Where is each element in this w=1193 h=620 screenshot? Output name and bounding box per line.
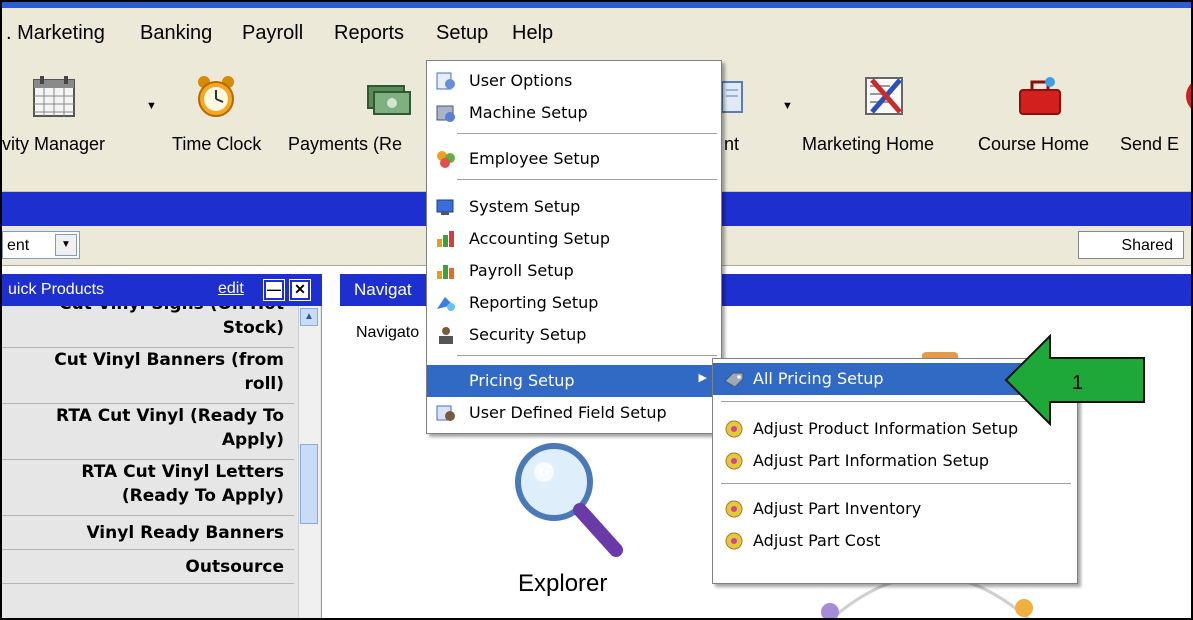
shared-field[interactable]: Shared <box>1078 231 1184 259</box>
menu-marketing[interactable]: . Marketing <box>2 22 109 45</box>
callout-number: 1 <box>1072 372 1084 394</box>
menu-item-system-setup[interactable]: System Setup <box>427 191 721 223</box>
adjust-gear-icon <box>725 500 743 518</box>
toolbox-icon[interactable] <box>1016 72 1064 120</box>
adjust-gear-icon <box>725 420 743 438</box>
machine-icon <box>436 105 455 122</box>
menu-item-security-setup[interactable]: Security Setup <box>427 319 721 351</box>
menu-item-machine-setup[interactable]: Machine Setup <box>427 97 721 129</box>
view-select-value: ent <box>7 237 30 254</box>
list-item[interactable]: RTA Cut Vinyl Letters (Ready To Apply) <box>2 460 294 516</box>
toolbar-course-home[interactable]: Course Home <box>978 134 1089 155</box>
menu-banking[interactable]: Banking <box>136 22 216 45</box>
accounting-icon <box>437 231 454 247</box>
menu-item-adjust-part-cost[interactable]: Adjust Part Cost <box>713 525 1077 557</box>
quick-products-title: uick Products <box>8 281 105 298</box>
system-icon <box>436 199 454 215</box>
menu-separator <box>721 483 1071 485</box>
list-item[interactable]: RTA Cut Vinyl (Ready To Apply) <box>2 404 294 460</box>
reporting-icon <box>437 297 455 311</box>
scrollbar[interactable]: ▲ <box>298 306 320 618</box>
view-select[interactable]: ent ▼ <box>2 231 80 259</box>
app-window: . Marketing Banking Payroll Reports Setu… <box>0 0 1193 620</box>
quick-products-list: Cut Vinyl Signs (On HotStock) Cut Vinyl … <box>2 306 294 618</box>
list-item[interactable]: Cut Vinyl Signs (On HotStock) <box>2 306 294 348</box>
toolbar-payments[interactable]: Payments (Re <box>288 134 402 155</box>
chevron-down-icon[interactable]: ▼ <box>55 234 77 256</box>
employees-icon <box>437 151 455 168</box>
toolbar-time-clock[interactable]: Time Clock <box>172 134 261 155</box>
magnifier-icon[interactable] <box>508 438 628 562</box>
payroll-icon <box>437 265 454 279</box>
toolbar-item-partial[interactable]: nt <box>724 134 739 155</box>
user-options-icon <box>436 72 455 90</box>
document-dropdown-icon[interactable]: ▼ <box>782 100 793 112</box>
activity-manager-dropdown-icon[interactable]: ▼ <box>146 100 157 112</box>
menu-help[interactable]: Help <box>508 22 557 45</box>
send-email-icon[interactable] <box>1180 72 1193 120</box>
alarm-clock-icon[interactable] <box>192 72 240 120</box>
menu-setup[interactable]: Setup <box>432 22 492 45</box>
marketing-home-icon[interactable] <box>860 72 908 120</box>
menu-item-adjust-part-information-setup[interactable]: Adjust Part Information Setup <box>713 445 1077 477</box>
pricing-tag-icon <box>724 372 744 388</box>
list-item[interactable]: Cut Vinyl Banners (from roll) <box>2 348 294 404</box>
menu-separator <box>457 133 717 135</box>
menu-separator <box>457 179 717 181</box>
explorer-label[interactable]: Explorer <box>518 570 607 598</box>
menu-payroll[interactable]: Payroll <box>238 22 307 45</box>
quick-products-panel: uick Products edit — ✕ Cut Vinyl Signs (… <box>2 274 322 618</box>
adjust-gear-icon <box>725 452 743 470</box>
document-icon[interactable] <box>718 72 766 120</box>
calendar-icon[interactable] <box>30 72 78 120</box>
menu-item-accounting-setup[interactable]: Accounting Setup <box>427 223 721 255</box>
edit-link[interactable]: edit <box>218 280 244 298</box>
menu-item-pricing-setup[interactable]: Pricing Setup ▶ <box>427 365 721 397</box>
menu-bar: . Marketing Banking Payroll Reports Setu… <box>2 8 1191 58</box>
quick-products-header: uick Products edit — ✕ <box>2 274 322 306</box>
toolbar-marketing-home[interactable]: Marketing Home <box>802 134 934 155</box>
setup-menu: User Options Machine Setup Employee Setu… <box>426 60 722 434</box>
navigator-title: Navigat <box>354 280 412 299</box>
menu-reports[interactable]: Reports <box>330 22 408 45</box>
menu-item-adjust-part-inventory[interactable]: Adjust Part Inventory <box>713 493 1077 525</box>
minimize-icon[interactable]: — <box>263 279 285 301</box>
payments-icon[interactable] <box>364 72 412 120</box>
user-defined-field-icon <box>436 405 455 421</box>
toolbar-activity-manager[interactable]: vity Manager <box>2 134 105 155</box>
navigator-label: Navigato <box>356 324 420 341</box>
menu-item-reporting-setup[interactable]: Reporting Setup <box>427 287 721 319</box>
list-item[interactable]: Outsource <box>2 550 294 584</box>
submenu-arrow-icon: ▶ <box>698 371 707 384</box>
security-icon <box>439 327 453 344</box>
menu-separator <box>457 355 717 357</box>
scroll-up-icon[interactable]: ▲ <box>300 308 318 326</box>
scroll-thumb[interactable] <box>300 444 318 524</box>
menu-item-user-defined-field-setup[interactable]: User Defined Field Setup <box>427 397 721 429</box>
close-icon[interactable]: ✕ <box>289 279 311 301</box>
menu-item-user-options[interactable]: User Options <box>427 65 721 97</box>
toolbar-send-email[interactable]: Send E <box>1120 134 1179 155</box>
list-item[interactable]: Vinyl Ready Banners <box>2 516 294 550</box>
menu-item-payroll-setup[interactable]: Payroll Setup <box>427 255 721 287</box>
adjust-gear-icon <box>725 532 743 550</box>
menu-item-employee-setup[interactable]: Employee Setup <box>427 143 721 175</box>
